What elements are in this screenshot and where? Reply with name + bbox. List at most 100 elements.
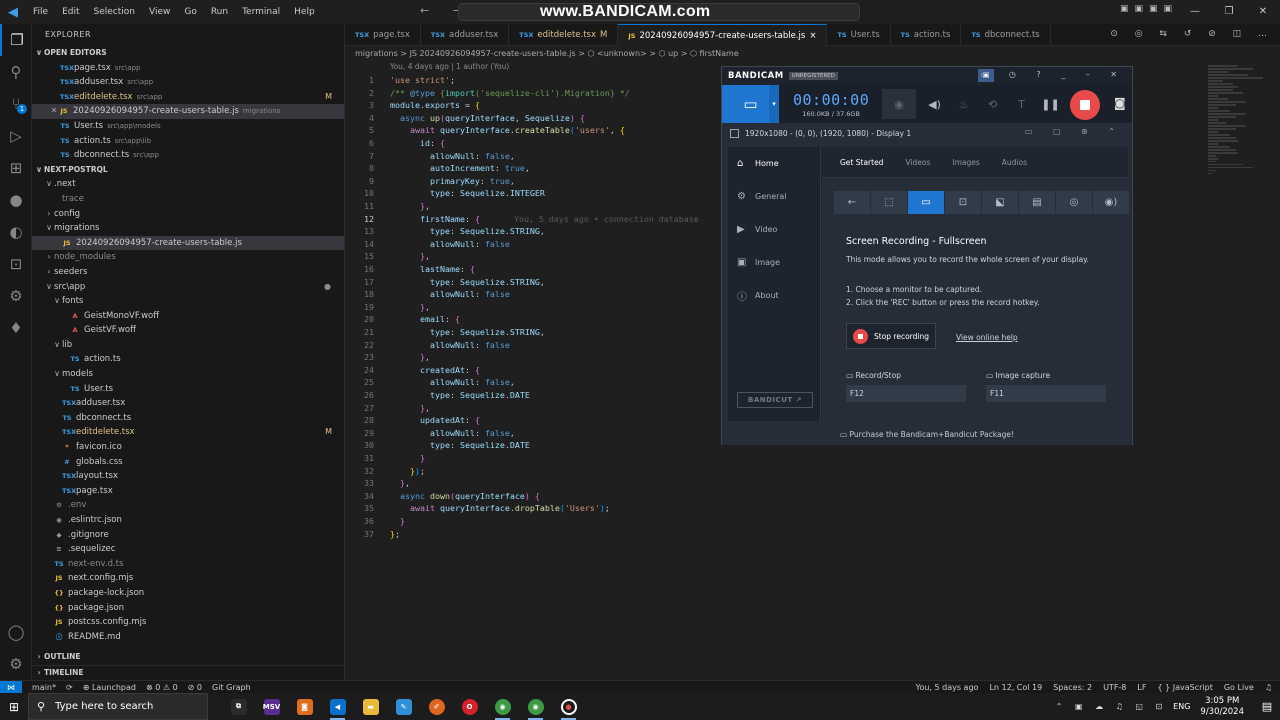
- tree-file[interactable]: ⓘ README.md: [32, 630, 344, 645]
- maximize-button[interactable]: ❐: [1212, 0, 1246, 24]
- webcam-icon[interactable]: ◉: [882, 89, 916, 119]
- tree-file[interactable]: ≡ .sequelizec: [32, 542, 344, 557]
- tree-folder[interactable]: ∨ migrations: [32, 221, 344, 236]
- close-button[interactable]: ✕: [1246, 0, 1280, 24]
- tree-folder[interactable]: ∨ .next: [32, 177, 344, 192]
- hotkey-record-field[interactable]: F12: [846, 385, 966, 402]
- microphone-icon[interactable]: ♨: [949, 98, 978, 111]
- menu-item-run[interactable]: Run: [204, 0, 235, 24]
- tree-file[interactable]: A GeistVF.woff: [32, 323, 344, 338]
- minimize-button[interactable]: —: [1178, 0, 1212, 24]
- fullscreen-mode-button[interactable]: ▭ ▾: [722, 85, 779, 123]
- taskbar-app-orange-icon[interactable]: ◙: [288, 693, 321, 720]
- docker-icon[interactable]: ⚙: [0, 280, 32, 312]
- device-recording-icon[interactable]: ▤: [1019, 191, 1055, 214]
- stop-recording-button[interactable]: Stop recording: [846, 323, 936, 349]
- timeline-header[interactable]: › TIMELINE: [32, 665, 344, 680]
- tree-file[interactable]: TS action.ts: [32, 352, 344, 367]
- mongodb-leaf-icon[interactable]: ♦: [0, 312, 32, 344]
- tree-folder[interactable]: ∨ src\app ●: [32, 280, 344, 295]
- taskbar-file-explorer-icon[interactable]: ▬: [354, 693, 387, 720]
- status-left-item[interactable]: ⊘ 0: [188, 683, 202, 692]
- tree-file[interactable]: JS next.config.mjs: [32, 571, 344, 586]
- status-left-item[interactable]: ⊕ Launchpad: [83, 683, 136, 692]
- tree-file[interactable]: TSX adduser.tsx: [32, 396, 344, 411]
- rectangle-mode-icon[interactable]: ⬚: [871, 191, 907, 214]
- around-mouse-icon[interactable]: ⊡: [945, 191, 981, 214]
- outline-header[interactable]: › OUTLINE: [32, 650, 344, 665]
- taskbar-explorer-view-icon[interactable]: ⧉: [222, 693, 255, 720]
- taskbar-app-blue-icon[interactable]: ✎: [387, 693, 420, 720]
- display-checkbox[interactable]: [730, 128, 739, 138]
- tree-folder[interactable]: › config: [32, 207, 344, 222]
- taskbar-chrome-2-icon[interactable]: ◉: [519, 693, 552, 720]
- run-debug-icon[interactable]: ▷: [0, 120, 32, 152]
- bandicam-tab-images[interactable]: Images: [952, 158, 979, 167]
- minimap[interactable]: [1208, 64, 1268, 175]
- status-left-item[interactable]: main*: [32, 683, 56, 692]
- tree-folder[interactable]: › node_modules: [32, 250, 344, 265]
- purchase-banner[interactable]: ▭ Purchase the Bandicam+Bandicut Package…: [722, 425, 1132, 445]
- tree-file[interactable]: * favicon.ico: [32, 440, 344, 455]
- extensions-icon[interactable]: ⊞: [0, 152, 32, 184]
- bandicam-nav-image[interactable]: ▣ Image: [728, 246, 820, 279]
- tab-dbconnect-ts[interactable]: TS dbconnect.ts: [961, 24, 1051, 46]
- bandicam-tab-audios[interactable]: Audios: [1002, 158, 1027, 167]
- stop-record-button[interactable]: [1070, 90, 1100, 120]
- tree-file[interactable]: TS User.ts: [32, 382, 344, 397]
- language-indicator[interactable]: ENG: [1173, 702, 1190, 711]
- tree-folder[interactable]: ∨ models: [32, 367, 344, 382]
- tree-file[interactable]: TS next-env.d.ts: [32, 557, 344, 572]
- tree-folder[interactable]: ∨ lib: [32, 338, 344, 353]
- audio-only-icon[interactable]: ◉): [1093, 191, 1129, 214]
- bandicam-nav-video[interactable]: ▶ Video: [728, 213, 820, 246]
- status-left-item[interactable]: ⊗ 0 ⚠ 0: [146, 683, 178, 692]
- status-right-item[interactable]: Ln 12, Col 19: [989, 683, 1042, 692]
- screenshot-camera-icon[interactable]: ◙: [1114, 96, 1126, 110]
- mouse-effect-icon[interactable]: ⟲: [978, 98, 1007, 111]
- mode-dropdown-icon[interactable]: ▾: [769, 85, 779, 123]
- menu-item-go[interactable]: Go: [177, 0, 203, 24]
- tree-file[interactable]: TS dbconnect.ts: [32, 411, 344, 426]
- project-header[interactable]: ∨ NEXT-POSTRQL: [32, 163, 344, 178]
- blame-codelens[interactable]: You, 4 days ago | 1 author (You): [390, 62, 509, 71]
- menu-item-file[interactable]: File: [26, 0, 55, 24]
- tree-file[interactable]: {} package.json: [32, 601, 344, 616]
- tab-20240926094957-create-users-table-js[interactable]: JS 20240926094957-create-users-table.js ×: [618, 24, 828, 47]
- back-arrow-icon[interactable]: ←: [834, 191, 870, 214]
- tree-file[interactable]: A GeistMonoVF.woff: [32, 309, 344, 324]
- open-editor-item[interactable]: TSX editdelete.tsx src\app M: [32, 90, 344, 105]
- tree-folder[interactable]: › seeders: [32, 265, 344, 280]
- menu-item-selection[interactable]: Selection: [87, 0, 142, 24]
- menu-item-edit[interactable]: Edit: [55, 0, 86, 24]
- close-icon[interactable]: ×: [809, 25, 816, 47]
- text-overlay-icon[interactable]: T: [1007, 98, 1036, 111]
- editor-actions[interactable]: ⊙ ◎ ⇆ ↺ ⊘ ◫ …: [1110, 29, 1274, 39]
- open-editor-item[interactable]: ✕ JS 20240926094957-create-users-table.js m…: [32, 104, 344, 119]
- account-icon[interactable]: ◯: [0, 616, 32, 648]
- tree-file[interactable]: trace: [32, 192, 344, 207]
- bandicam-nav-home[interactable]: ⌂ Home: [728, 147, 820, 180]
- status-right-item[interactable]: Go Live: [1224, 683, 1254, 692]
- bandicam-tab-get-started[interactable]: Get Started: [840, 158, 883, 167]
- open-editor-item[interactable]: TS User.ts src\app\models: [32, 119, 344, 134]
- tree-file[interactable]: TSX page.tsx: [32, 484, 344, 499]
- remote-explorer-icon[interactable]: ⊡: [0, 248, 32, 280]
- online-help-link[interactable]: View online help: [956, 333, 1018, 342]
- status-right-item[interactable]: LF: [1137, 683, 1146, 692]
- tab-editdelete-tsx[interactable]: TSX editdelete.tsx M: [509, 24, 619, 46]
- windows-start-icon[interactable]: ⊞: [0, 700, 28, 714]
- menu-item-terminal[interactable]: Terminal: [235, 0, 287, 24]
- tree-file[interactable]: TSX layout.tsx: [32, 469, 344, 484]
- tree-file[interactable]: TSX editdelete.tsx M: [32, 425, 344, 440]
- taskbar-chrome-icon[interactable]: ◉: [486, 693, 519, 720]
- taskbar-opera-icon[interactable]: O: [453, 693, 486, 720]
- game-recording-icon[interactable]: ◎: [1056, 191, 1092, 214]
- notification-bell-icon[interactable]: ♫: [1265, 683, 1272, 692]
- explorer-icon[interactable]: ❐: [0, 24, 32, 56]
- tree-file[interactable]: JS postcss.config.mjs: [32, 615, 344, 630]
- open-editor-item[interactable]: TS action.ts src\app\lib: [32, 134, 344, 149]
- tree-file[interactable]: ◆ .gitignore: [32, 528, 344, 543]
- breadcrumb[interactable]: migrations > JS 20240926094957-create-us…: [345, 46, 1280, 62]
- bandicam-nav-general[interactable]: ⚙ General: [728, 180, 820, 213]
